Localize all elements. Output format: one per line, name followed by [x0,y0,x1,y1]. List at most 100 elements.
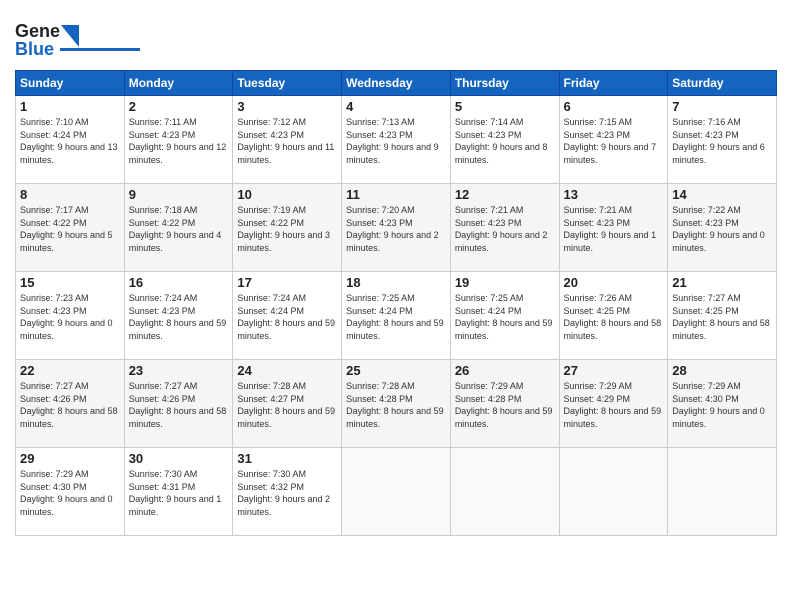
calendar-cell: 3 Sunrise: 7:12 AMSunset: 4:23 PMDaylight… [233,96,342,184]
day-info: Sunrise: 7:21 AMSunset: 4:23 PMDaylight:… [455,204,555,254]
day-number: 9 [129,187,229,202]
calendar-cell: 8Sunrise: 7:17 AMSunset: 4:22 PMDaylight… [16,184,125,272]
day-info: Sunrise: 7:30 AMSunset: 4:32 PMDaylight:… [237,468,337,518]
day-number: 3 [237,99,337,114]
calendar-cell: 29 Sunrise: 7:29 AMSunset: 4:30 PMDayligh… [16,448,125,536]
calendar-cell: 12 Sunrise: 7:21 AMSunset: 4:23 PMDayligh… [450,184,559,272]
day-info: Sunrise: 7:22 AMSunset: 4:23 PMDaylight:… [672,204,772,254]
calendar-cell: 4Sunrise: 7:13 AMSunset: 4:23 PMDaylight… [342,96,451,184]
day-number: 18 [346,275,446,290]
day-number: 12 [455,187,555,202]
calendar-cell: 13 Sunrise: 7:21 AMSunset: 4:23 PMDayligh… [559,184,668,272]
day-number: 5 [455,99,555,114]
calendar-week-row: 22 Sunrise: 7:27 AMSunset: 4:26 PMDayligh… [16,360,777,448]
day-info: Sunrise: 7:19 AMSunset: 4:22 PMDaylight:… [237,204,337,254]
calendar-cell: 30 Sunrise: 7:30 AMSunset: 4:31 PMDayligh… [124,448,233,536]
calendar-header-saturday: Saturday [668,71,777,96]
day-number: 6 [564,99,664,114]
day-info: Sunrise: 7:29 AMSunset: 4:30 PMDaylight:… [672,380,772,430]
calendar-cell: 24 Sunrise: 7:28 AMSunset: 4:27 PMDayligh… [233,360,342,448]
day-info: Sunrise: 7:27 AMSunset: 4:26 PMDaylight:… [20,380,120,430]
calendar-header-monday: Monday [124,71,233,96]
calendar-cell: 18 Sunrise: 7:25 AMSunset: 4:24 PMDayligh… [342,272,451,360]
day-number: 29 [20,451,120,466]
calendar-cell: 6 Sunrise: 7:15 AMSunset: 4:23 PMDaylight… [559,96,668,184]
day-info: Sunrise: 7:24 AMSunset: 4:23 PMDaylight:… [129,292,229,342]
calendar-cell: 14 Sunrise: 7:22 AMSunset: 4:23 PMDayligh… [668,184,777,272]
day-info: Sunrise: 7:16 AMSunset: 4:23 PMDaylight:… [672,116,772,166]
day-number: 25 [346,363,446,378]
day-info: Sunrise: 7:18 AMSunset: 4:22 PMDaylight:… [129,204,229,254]
day-number: 30 [129,451,229,466]
day-number: 15 [20,275,120,290]
calendar-cell: 16 Sunrise: 7:24 AMSunset: 4:23 PMDayligh… [124,272,233,360]
calendar-cell: 22 Sunrise: 7:27 AMSunset: 4:26 PMDayligh… [16,360,125,448]
day-number: 7 [672,99,772,114]
calendar-cell: 15 Sunrise: 7:23 AMSunset: 4:23 PMDayligh… [16,272,125,360]
day-number: 16 [129,275,229,290]
day-info: Sunrise: 7:29 AMSunset: 4:29 PMDaylight:… [564,380,664,430]
day-info: Sunrise: 7:11 AMSunset: 4:23 PMDaylight:… [129,116,229,166]
calendar-week-row: 1 Sunrise: 7:10 AMSunset: 4:24 PMDaylight… [16,96,777,184]
logo: General Blue [15,15,140,60]
day-number: 28 [672,363,772,378]
day-info: Sunrise: 7:28 AMSunset: 4:28 PMDaylight:… [346,380,446,430]
calendar-cell [559,448,668,536]
calendar-week-row: 29 Sunrise: 7:29 AMSunset: 4:30 PMDayligh… [16,448,777,536]
day-info: Sunrise: 7:28 AMSunset: 4:27 PMDaylight:… [237,380,337,430]
day-number: 20 [564,275,664,290]
logo-arrow-icon [61,25,79,47]
day-info: Sunrise: 7:10 AMSunset: 4:24 PMDaylight:… [20,116,120,166]
day-info: Sunrise: 7:15 AMSunset: 4:23 PMDaylight:… [564,116,664,166]
calendar-header-sunday: Sunday [16,71,125,96]
day-number: 31 [237,451,337,466]
calendar-week-row: 8Sunrise: 7:17 AMSunset: 4:22 PMDaylight… [16,184,777,272]
calendar-cell: 31 Sunrise: 7:30 AMSunset: 4:32 PMDayligh… [233,448,342,536]
day-number: 14 [672,187,772,202]
day-number: 21 [672,275,772,290]
svg-text:Blue: Blue [15,39,54,59]
day-info: Sunrise: 7:20 AMSunset: 4:23 PMDaylight:… [346,204,446,254]
svg-text:General: General [15,21,60,41]
calendar-cell: 2 Sunrise: 7:11 AMSunset: 4:23 PMDaylight… [124,96,233,184]
day-info: Sunrise: 7:14 AMSunset: 4:23 PMDaylight:… [455,116,555,166]
calendar-cell [342,448,451,536]
calendar-cell: 21Sunrise: 7:27 AMSunset: 4:25 PMDayligh… [668,272,777,360]
calendar-header-thursday: Thursday [450,71,559,96]
calendar-cell: 9 Sunrise: 7:18 AMSunset: 4:22 PMDaylight… [124,184,233,272]
day-info: Sunrise: 7:12 AMSunset: 4:23 PMDaylight:… [237,116,337,166]
day-info: Sunrise: 7:23 AMSunset: 4:23 PMDaylight:… [20,292,120,342]
calendar-cell: 27 Sunrise: 7:29 AMSunset: 4:29 PMDayligh… [559,360,668,448]
day-number: 2 [129,99,229,114]
day-info: Sunrise: 7:25 AMSunset: 4:24 PMDaylight:… [346,292,446,342]
calendar-cell: 1 Sunrise: 7:10 AMSunset: 4:24 PMDaylight… [16,96,125,184]
calendar-cell: 26Sunrise: 7:29 AMSunset: 4:28 PMDayligh… [450,360,559,448]
logo-underline [60,48,140,51]
day-info: Sunrise: 7:24 AMSunset: 4:24 PMDaylight:… [237,292,337,342]
day-number: 23 [129,363,229,378]
calendar-cell: 28 Sunrise: 7:29 AMSunset: 4:30 PMDayligh… [668,360,777,448]
day-info: Sunrise: 7:27 AMSunset: 4:26 PMDaylight:… [129,380,229,430]
day-number: 22 [20,363,120,378]
calendar-cell: 20 Sunrise: 7:26 AMSunset: 4:25 PMDayligh… [559,272,668,360]
calendar-week-row: 15 Sunrise: 7:23 AMSunset: 4:23 PMDayligh… [16,272,777,360]
day-number: 10 [237,187,337,202]
day-info: Sunrise: 7:26 AMSunset: 4:25 PMDaylight:… [564,292,664,342]
logo-icon: General Blue [15,15,60,60]
header: General Blue [15,15,777,60]
day-number: 4 [346,99,446,114]
calendar-cell: 11Sunrise: 7:20 AMSunset: 4:23 PMDayligh… [342,184,451,272]
day-info: Sunrise: 7:21 AMSunset: 4:23 PMDaylight:… [564,204,664,254]
day-number: 1 [20,99,120,114]
day-number: 26 [455,363,555,378]
day-info: Sunrise: 7:29 AMSunset: 4:30 PMDaylight:… [20,468,120,518]
day-number: 24 [237,363,337,378]
day-info: Sunrise: 7:30 AMSunset: 4:31 PMDaylight:… [129,468,229,518]
calendar-cell: 10 Sunrise: 7:19 AMSunset: 4:22 PMDayligh… [233,184,342,272]
calendar-cell [450,448,559,536]
calendar-cell: 7 Sunrise: 7:16 AMSunset: 4:23 PMDaylight… [668,96,777,184]
day-number: 13 [564,187,664,202]
day-number: 17 [237,275,337,290]
day-number: 27 [564,363,664,378]
day-number: 19 [455,275,555,290]
